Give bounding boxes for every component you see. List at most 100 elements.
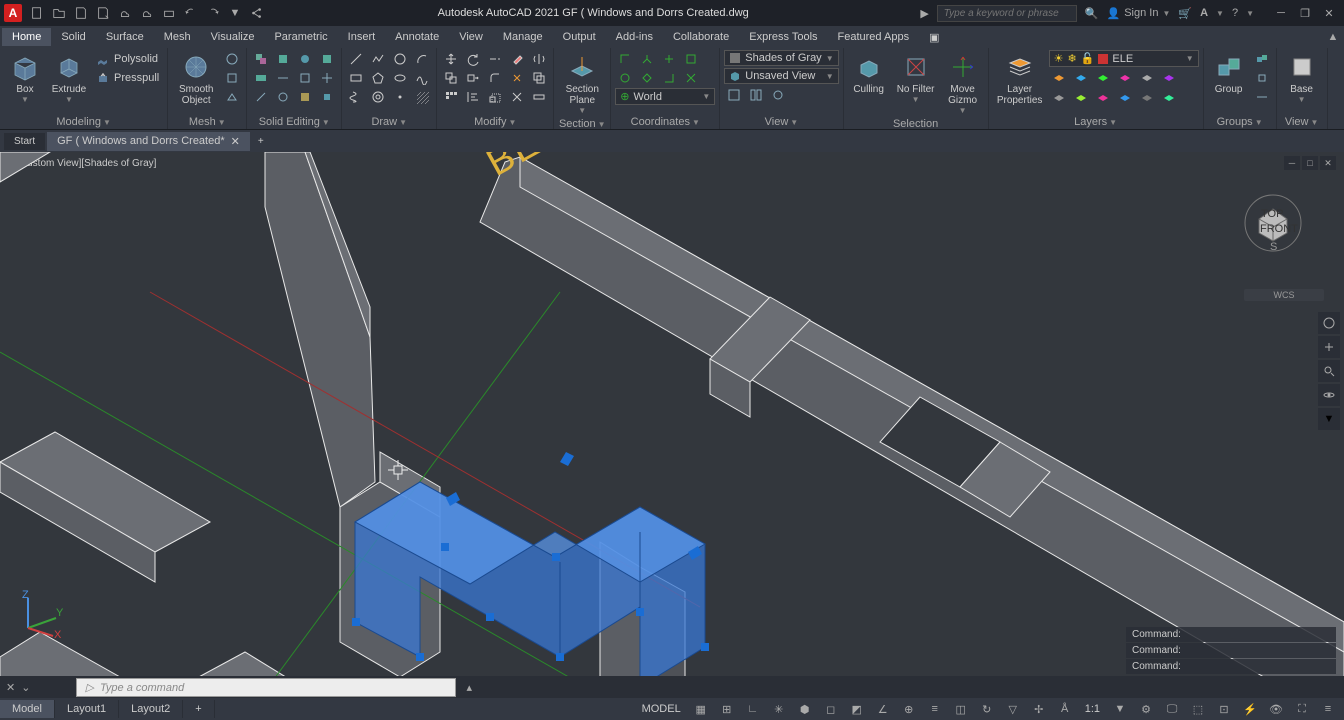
help-icon[interactable]: ? [1232, 7, 1238, 19]
md-3dalign[interactable] [507, 88, 527, 106]
view-name-dropdown[interactable]: Unsaved View▼ [724, 68, 838, 84]
ucs-4[interactable] [681, 50, 701, 68]
ly-6[interactable] [1159, 69, 1179, 87]
grip[interactable] [486, 613, 494, 621]
command-input[interactable]: ▷ Type a command [76, 678, 456, 697]
status-ws-icon[interactable]: ⚙ [1136, 700, 1156, 718]
ucs-6[interactable] [637, 69, 657, 87]
ucs-7[interactable] [659, 69, 679, 87]
doctab-file[interactable]: GF ( Windows and Dorrs Created*✕ [47, 132, 250, 151]
undo-icon[interactable] [182, 4, 200, 22]
mesh-tool-2[interactable] [222, 69, 242, 87]
tab-manage[interactable]: Manage [493, 28, 553, 46]
se-8[interactable] [273, 88, 293, 106]
ly-12[interactable] [1159, 89, 1179, 107]
mesh-tool-3[interactable] [222, 88, 242, 106]
ucs-8[interactable] [681, 69, 701, 87]
status-cycle-icon[interactable]: ↻ [977, 700, 997, 718]
md-trim[interactable] [485, 50, 505, 68]
gr-3[interactable] [1252, 88, 1272, 106]
grip[interactable] [352, 618, 360, 626]
ucs-5[interactable] [615, 69, 635, 87]
wcs-label[interactable]: WCS [1244, 289, 1324, 301]
status-scale[interactable]: 1:1 [1081, 703, 1104, 715]
dr-circle[interactable] [390, 50, 410, 68]
se-9[interactable] [295, 88, 315, 106]
search-play-icon[interactable]: ▶ [920, 7, 928, 20]
se-11[interactable] [317, 69, 337, 87]
tab-output[interactable]: Output [553, 28, 606, 46]
se-1[interactable] [251, 50, 271, 68]
cloud-open-icon[interactable] [116, 4, 134, 22]
md-stretch[interactable] [463, 69, 483, 87]
ly-7[interactable] [1049, 89, 1069, 107]
nav-more-icon[interactable]: ▼ [1318, 408, 1340, 430]
culling-button[interactable]: Culling [848, 50, 890, 97]
ly-9[interactable] [1093, 89, 1113, 107]
ly-4[interactable] [1115, 69, 1135, 87]
signin-button[interactable]: 👤 Sign In ▼ [1107, 7, 1171, 20]
viewcube[interactable]: TOPFRONTS WCS [1244, 182, 1324, 292]
ucs-icon[interactable]: Z Y X [18, 588, 68, 638]
status-transp-icon[interactable]: ◫ [951, 700, 971, 718]
tab-expresstools[interactable]: Express Tools [739, 28, 827, 46]
se-12[interactable] [317, 88, 337, 106]
status-osnap-icon[interactable]: ◻ [821, 700, 841, 718]
nav-orbit-icon[interactable] [1318, 384, 1340, 406]
status-monitor-icon[interactable]: 🖵 [1162, 700, 1182, 718]
status-clean-icon[interactable]: ⛶ [1292, 700, 1312, 718]
gr-2[interactable] [1252, 69, 1272, 87]
ly-11[interactable] [1137, 89, 1157, 107]
status-iso-icon[interactable]: ⬢ [795, 700, 815, 718]
drawing-canvas[interactable] [0, 152, 1344, 698]
layout-tab-2[interactable]: Layout2 [119, 700, 183, 718]
dr-point[interactable] [390, 88, 410, 106]
viewport[interactable]: [–][Custom View][Shades of Gray] ─ □ ✕ [0, 152, 1344, 698]
vw-1[interactable] [724, 86, 744, 104]
ly-8[interactable] [1071, 89, 1091, 107]
tab-featuredapps[interactable]: Featured Apps [828, 28, 920, 46]
vw-2[interactable] [746, 86, 766, 104]
md-offset[interactable] [529, 69, 549, 87]
box-button[interactable]: Box▼ [4, 50, 46, 106]
status-isolate-icon[interactable]: 👁 [1266, 700, 1286, 718]
smooth-object-button[interactable]: Smooth Object [172, 50, 220, 108]
grip[interactable] [556, 653, 564, 661]
autodesk-icon[interactable]: A [1200, 7, 1208, 19]
se-3[interactable] [295, 50, 315, 68]
redo-icon[interactable] [204, 4, 222, 22]
qat-dropdown-icon[interactable]: ▼ [226, 4, 244, 22]
md-copy[interactable] [441, 69, 461, 87]
base-button[interactable]: Base▼ [1281, 50, 1323, 106]
search-submit-icon[interactable]: 🔍 [1085, 7, 1099, 20]
status-scale-drop-icon[interactable]: ▼ [1110, 700, 1130, 718]
restore-button[interactable]: ❐ [1294, 4, 1316, 22]
search-input[interactable] [937, 5, 1077, 22]
visual-style-dropdown[interactable]: Shades of Gray▼ [724, 50, 838, 66]
grip[interactable] [701, 643, 709, 651]
new-icon[interactable] [28, 4, 46, 22]
status-annot-icon[interactable]: Å [1055, 700, 1075, 718]
dr-donut[interactable] [368, 88, 388, 106]
save-icon[interactable] [72, 4, 90, 22]
dr-helix[interactable] [346, 88, 366, 106]
app-logo[interactable]: A [4, 4, 22, 22]
status-otrack-icon[interactable]: ∠ [873, 700, 893, 718]
md-array[interactable] [441, 88, 461, 106]
layer-dropdown[interactable]: ☀❄🔓ELE▼ [1049, 50, 1199, 67]
tab-parametric[interactable]: Parametric [264, 28, 337, 46]
md-mirror[interactable] [529, 50, 549, 68]
dr-spline[interactable] [412, 69, 432, 87]
dr-polygon[interactable] [368, 69, 388, 87]
vw-3[interactable] [768, 86, 788, 104]
ribbon-minimize-icon[interactable]: ▲ [1324, 28, 1342, 46]
tab-visualize[interactable]: Visualize [201, 28, 265, 46]
cmd-recent-icon[interactable]: ⌄ [21, 681, 30, 694]
dr-rect[interactable] [346, 69, 366, 87]
group-button[interactable]: Group [1208, 50, 1250, 97]
cloud-save-icon[interactable] [138, 4, 156, 22]
tab-surface[interactable]: Surface [96, 28, 154, 46]
cmd-expand-icon[interactable]: ▴ [466, 681, 472, 694]
ly-10[interactable] [1115, 89, 1135, 107]
mesh-tool-1[interactable] [222, 50, 242, 68]
